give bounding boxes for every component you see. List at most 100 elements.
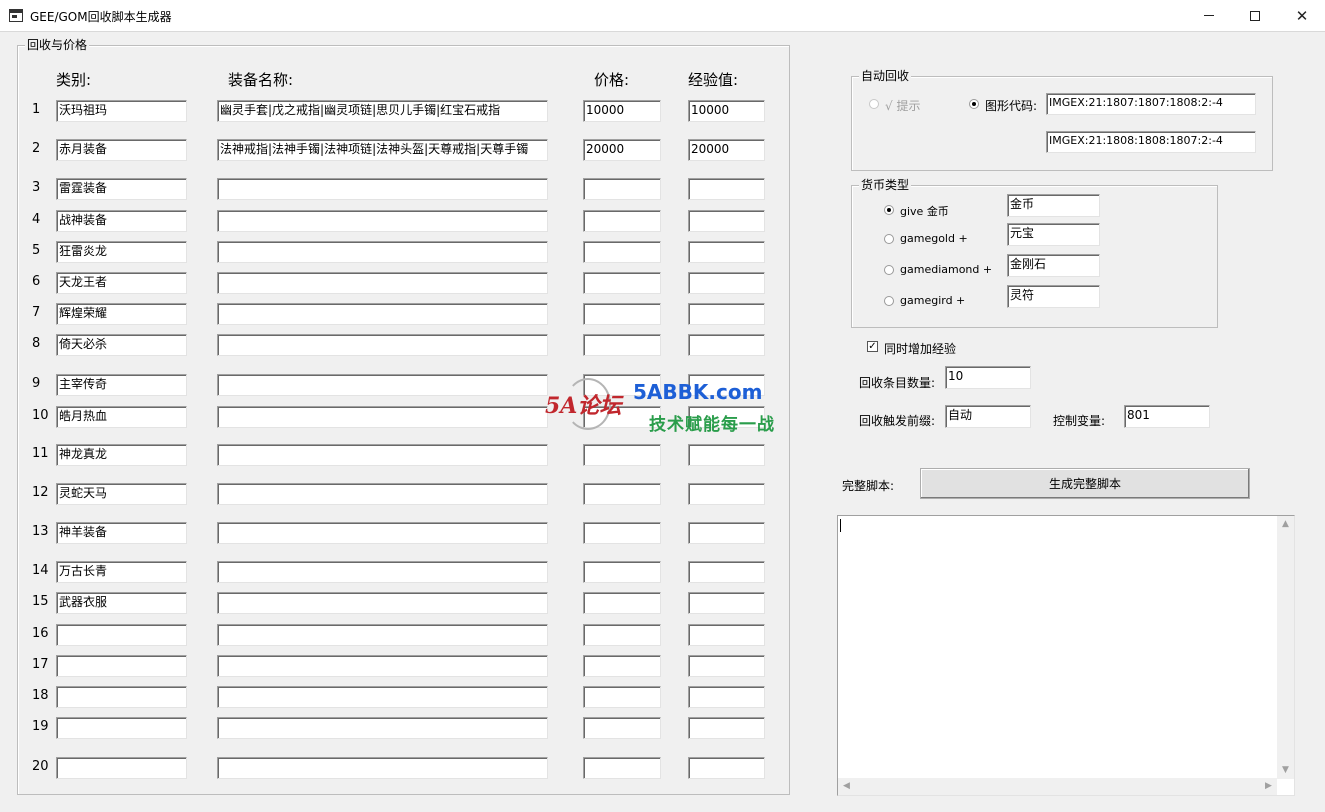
category-input[interactable]: 赤月装备 (56, 139, 187, 161)
items-input[interactable] (217, 272, 548, 294)
price-input[interactable] (583, 241, 661, 263)
items-input[interactable] (217, 483, 548, 505)
exp-input[interactable] (688, 686, 765, 708)
category-input[interactable]: 倚天必杀 (56, 334, 187, 356)
exp-input[interactable] (688, 178, 765, 200)
hint-radio[interactable] (869, 99, 879, 109)
items-input[interactable] (217, 522, 548, 544)
exp-input[interactable] (688, 655, 765, 677)
price-input[interactable] (583, 717, 661, 739)
currency-radio[interactable] (884, 234, 894, 244)
price-input[interactable] (583, 210, 661, 232)
items-input[interactable] (217, 592, 548, 614)
items-input[interactable] (217, 624, 548, 646)
exp-input[interactable] (688, 210, 765, 232)
price-input[interactable] (583, 522, 661, 544)
price-input[interactable] (583, 483, 661, 505)
close-button[interactable]: ✕ (1279, 0, 1325, 31)
category-input[interactable]: 雷霆装备 (56, 178, 187, 200)
script-textarea[interactable]: ▲ ▼ ◀ ▶ (837, 515, 1295, 796)
graphic-code-radio[interactable] (969, 99, 979, 109)
price-input[interactable] (583, 655, 661, 677)
scroll-left-icon[interactable]: ◀ (838, 778, 855, 795)
items-input[interactable] (217, 686, 548, 708)
exp-input[interactable] (688, 522, 765, 544)
price-input[interactable] (583, 444, 661, 466)
items-input[interactable] (217, 241, 548, 263)
exp-input[interactable] (688, 303, 765, 325)
items-input[interactable] (217, 717, 548, 739)
price-input[interactable]: 10000 (583, 100, 661, 122)
category-input[interactable] (56, 655, 187, 677)
minimize-button[interactable] (1186, 0, 1232, 31)
category-input[interactable]: 万古长青 (56, 561, 187, 583)
category-input[interactable]: 战神装备 (56, 210, 187, 232)
exp-input[interactable] (688, 592, 765, 614)
currency-value-input[interactable]: 灵符 (1007, 285, 1100, 308)
items-input[interactable] (217, 444, 548, 466)
add-exp-checkbox[interactable]: ✓ (867, 341, 878, 352)
price-input[interactable] (583, 686, 661, 708)
category-input[interactable]: 神羊装备 (56, 522, 187, 544)
items-input[interactable]: 法神戒指|法神手镯|法神项链|法神头盔|天尊戒指|天尊手镯 (217, 139, 548, 161)
items-input[interactable] (217, 757, 548, 779)
category-input[interactable] (56, 717, 187, 739)
price-input[interactable]: 20000 (583, 139, 661, 161)
generate-script-button[interactable]: 生成完整脚本 (920, 468, 1250, 499)
exp-input[interactable] (688, 334, 765, 356)
prefix-input[interactable]: 自动 (945, 405, 1031, 428)
category-input[interactable]: 皓月热血 (56, 406, 187, 428)
items-input[interactable] (217, 406, 548, 428)
category-input[interactable]: 神龙真龙 (56, 444, 187, 466)
category-input[interactable]: 辉煌荣耀 (56, 303, 187, 325)
exp-input[interactable] (688, 757, 765, 779)
exp-input[interactable] (688, 717, 765, 739)
count-input[interactable]: 10 (945, 366, 1031, 389)
scroll-up-icon[interactable]: ▲ (1277, 516, 1294, 533)
exp-input[interactable] (688, 444, 765, 466)
scroll-down-icon[interactable]: ▼ (1277, 762, 1294, 779)
exp-input[interactable] (688, 241, 765, 263)
price-input[interactable] (583, 272, 661, 294)
price-input[interactable] (583, 592, 661, 614)
exp-input[interactable] (688, 624, 765, 646)
category-input[interactable]: 主宰传奇 (56, 374, 187, 396)
currency-value-input[interactable]: 元宝 (1007, 223, 1100, 246)
price-input[interactable] (583, 757, 661, 779)
category-input[interactable] (56, 624, 187, 646)
graphic-code-input-1[interactable]: IMGEX:21:1807:1807:1808:2:-4 (1046, 93, 1256, 115)
var-input[interactable]: 801 (1124, 405, 1210, 428)
price-input[interactable] (583, 334, 661, 356)
exp-input[interactable] (688, 483, 765, 505)
currency-value-input[interactable]: 金刚石 (1007, 254, 1100, 277)
exp-input[interactable] (688, 561, 765, 583)
scroll-right-icon[interactable]: ▶ (1260, 778, 1277, 795)
exp-input[interactable] (688, 272, 765, 294)
category-input[interactable]: 武器衣服 (56, 592, 187, 614)
maximize-button[interactable] (1232, 0, 1278, 31)
items-input[interactable] (217, 303, 548, 325)
category-input[interactable]: 灵蛇天马 (56, 483, 187, 505)
items-input[interactable] (217, 655, 548, 677)
category-input[interactable]: 狂雷炎龙 (56, 241, 187, 263)
graphic-code-input-2[interactable]: IMGEX:21:1808:1808:1807:2:-4 (1046, 131, 1256, 153)
items-input[interactable]: 幽灵手套|戊之戒指|幽灵项链|思贝儿手镯|红宝石戒指 (217, 100, 548, 122)
items-input[interactable] (217, 334, 548, 356)
category-input[interactable] (56, 686, 187, 708)
vertical-scrollbar[interactable]: ▲ ▼ (1277, 516, 1294, 779)
price-input[interactable] (583, 561, 661, 583)
category-input[interactable]: 沃玛祖玛 (56, 100, 187, 122)
horizontal-scrollbar[interactable]: ◀ ▶ (838, 778, 1277, 795)
exp-input[interactable]: 10000 (688, 100, 765, 122)
items-input[interactable] (217, 210, 548, 232)
price-input[interactable] (583, 178, 661, 200)
currency-radio[interactable] (884, 296, 894, 306)
price-input[interactable] (583, 303, 661, 325)
currency-radio[interactable] (884, 265, 894, 275)
category-input[interactable] (56, 757, 187, 779)
items-input[interactable] (217, 178, 548, 200)
currency-value-input[interactable]: 金币 (1007, 194, 1100, 217)
items-input[interactable] (217, 561, 548, 583)
items-input[interactable] (217, 374, 548, 396)
price-input[interactable] (583, 624, 661, 646)
